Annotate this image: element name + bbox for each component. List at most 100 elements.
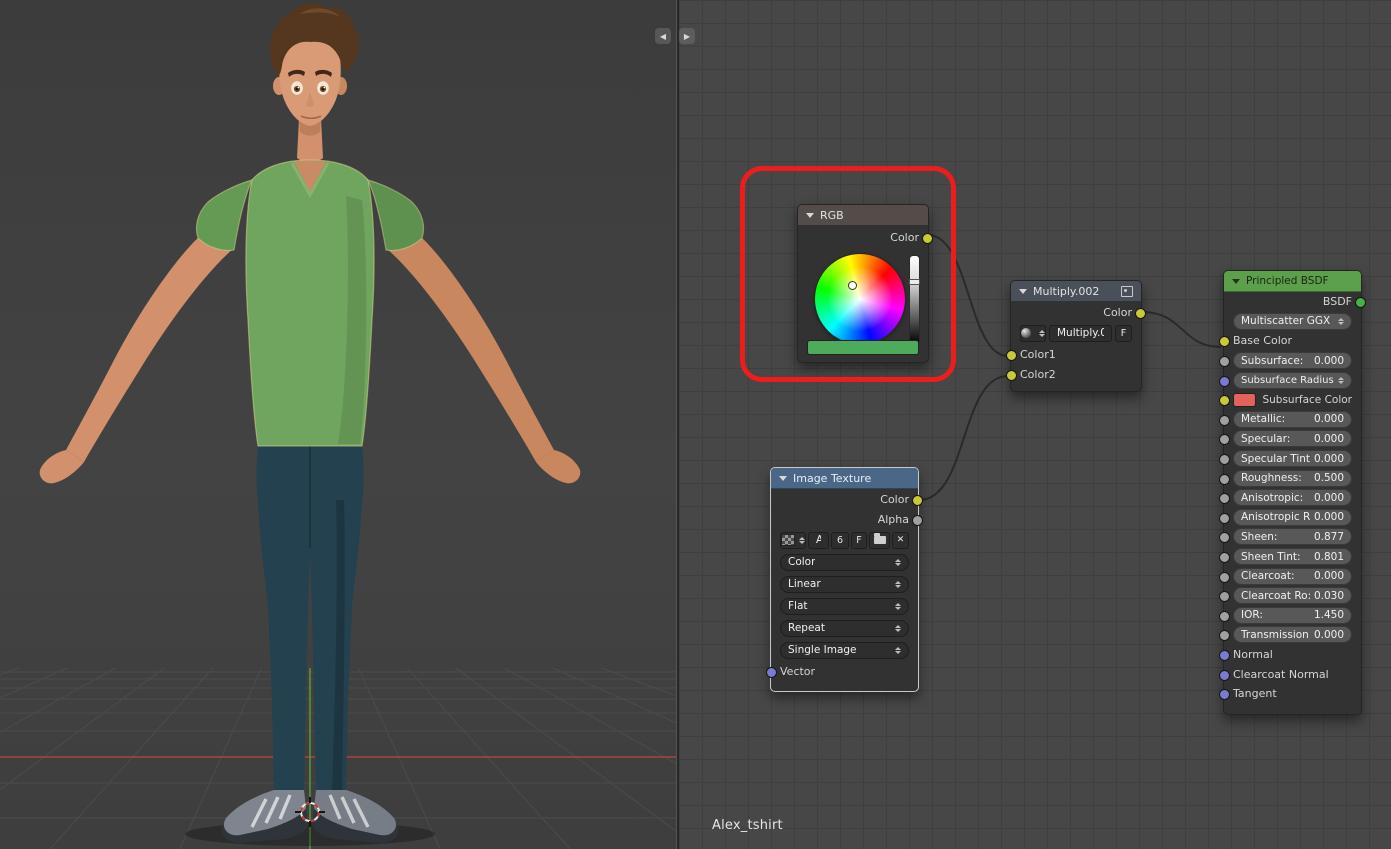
- ior-input-socket[interactable]: [1219, 611, 1230, 622]
- extension-select-row: Repeat: [771, 617, 918, 639]
- input-label: Color2: [1020, 368, 1056, 381]
- anisotropic-rotation-field[interactable]: Anisotropic R:0.000: [1233, 509, 1352, 526]
- anisotropic-field[interactable]: Anisotropic:0.000: [1233, 489, 1352, 506]
- bsdf-output-row: BSDF: [1224, 292, 1361, 312]
- clearcoat-normal-input-socket[interactable]: [1219, 670, 1230, 681]
- subsurface-color-swatch[interactable]: [1233, 393, 1256, 407]
- collapse-triangle-icon[interactable]: [1019, 289, 1027, 294]
- node-rgb-header[interactable]: RGB: [798, 205, 928, 226]
- extension-select[interactable]: Repeat: [780, 620, 909, 637]
- sheen-tint-field[interactable]: Sheen Tint:0.801: [1233, 548, 1352, 565]
- multiply-color-output-row: Color: [1011, 302, 1141, 322]
- color2-input-socket[interactable]: [1006, 370, 1017, 381]
- colorspace-select-row: Color: [771, 551, 918, 573]
- sheen-input-socket[interactable]: [1219, 532, 1230, 543]
- projection-select[interactable]: Flat: [780, 598, 909, 615]
- anisotropic-input-socket[interactable]: [1219, 493, 1230, 504]
- specular-field[interactable]: Specular:0.000: [1233, 430, 1352, 447]
- anisotropic-rotation-input-socket[interactable]: [1219, 513, 1230, 524]
- interpolation-select[interactable]: Linear: [780, 576, 909, 593]
- subsurface-radius-field[interactable]: Subsurface Radius: [1233, 372, 1352, 389]
- specular-tint-input-socket[interactable]: [1219, 454, 1230, 465]
- clearcoat-roughness-field[interactable]: Clearcoat Ro:0.030: [1233, 587, 1352, 604]
- distribution-select[interactable]: Multiscatter GGX: [1233, 313, 1352, 330]
- roughness-input-socket[interactable]: [1219, 474, 1230, 485]
- viewport-canvas: [0, 0, 676, 849]
- collapse-triangle-icon[interactable]: [779, 476, 787, 481]
- image-name-field[interactable]: Alex: [808, 532, 829, 549]
- subsurface-input-socket[interactable]: [1219, 356, 1230, 367]
- roughness-field[interactable]: Roughness:0.500: [1233, 470, 1352, 487]
- stepper-arrows-icon: [1038, 330, 1045, 337]
- output-label: Alpha: [878, 513, 909, 526]
- vector-input-row: Vector: [771, 661, 918, 681]
- stepper-arrows-icon: [891, 581, 901, 588]
- multiply-datablock-row: Multiply.0... F: [1011, 322, 1141, 344]
- sheen-field[interactable]: Sheen:0.877: [1233, 528, 1352, 545]
- node-principled-header[interactable]: Principled BSDF: [1224, 271, 1361, 292]
- node-principled-bsdf[interactable]: Principled BSDF BSDF Multiscatter GGX Ba…: [1223, 270, 1362, 715]
- node-rgb[interactable]: RGB Color: [797, 204, 929, 363]
- node-multiply[interactable]: Multiply.002 Color Multiply.0... F Color…: [1010, 280, 1142, 392]
- value-slider[interactable]: [909, 255, 920, 345]
- users-count-button[interactable]: 6: [831, 532, 849, 549]
- tangent-input-row: Tangent: [1224, 684, 1361, 704]
- input-label: Vector: [780, 665, 815, 678]
- sheen-tint-input-socket[interactable]: [1219, 552, 1230, 563]
- collapse-left-arrow-icon[interactable]: ◀: [655, 28, 671, 44]
- open-image-button[interactable]: [869, 532, 890, 549]
- collapse-triangle-icon[interactable]: [806, 213, 814, 218]
- color-wheel[interactable]: [815, 254, 905, 344]
- ior-field[interactable]: IOR:1.450: [1233, 607, 1352, 624]
- unlink-button[interactable]: ✕: [892, 532, 909, 549]
- tangent-input-socket[interactable]: [1219, 689, 1230, 700]
- fake-user-button[interactable]: F: [851, 532, 867, 549]
- collapse-triangle-icon[interactable]: [1232, 279, 1240, 284]
- fake-user-button[interactable]: F: [1115, 325, 1132, 342]
- color-output-socket[interactable]: [912, 495, 923, 506]
- value-slider-handle[interactable]: [909, 279, 920, 285]
- roughness-row: Roughness:0.500: [1224, 468, 1361, 488]
- 3d-viewport[interactable]: [0, 0, 676, 849]
- source-select-row: Single Image: [771, 639, 918, 661]
- node-image-texture[interactable]: Image Texture Color Alpha Alex 6 F ✕: [770, 467, 919, 692]
- node-image-texture-header[interactable]: Image Texture: [771, 468, 918, 489]
- source-select[interactable]: Single Image: [780, 642, 909, 659]
- subsurface-color-input-socket[interactable]: [1219, 395, 1230, 406]
- input-label: Color1: [1020, 348, 1056, 361]
- specular-input-socket[interactable]: [1219, 434, 1230, 445]
- stepper-arrows-icon: [1334, 318, 1344, 325]
- material-sphere-icon: [1021, 328, 1031, 338]
- metallic-field[interactable]: Metallic:0.000: [1233, 411, 1352, 428]
- rgb-color-swatch[interactable]: [807, 340, 919, 355]
- colorspace-select[interactable]: Color: [780, 554, 909, 571]
- alpha-output-socket[interactable]: [912, 515, 923, 526]
- normal-input-socket[interactable]: [1219, 650, 1230, 661]
- datablock-name-field[interactable]: Multiply.0...: [1049, 325, 1112, 342]
- color-output-socket[interactable]: [1135, 308, 1146, 319]
- datablock-browse-button[interactable]: [1020, 325, 1046, 342]
- rgb-color-output-row: Color: [798, 226, 928, 248]
- base-color-input-socket[interactable]: [1219, 336, 1230, 347]
- vector-input-socket[interactable]: [766, 667, 777, 678]
- metallic-input-socket[interactable]: [1219, 415, 1230, 426]
- clearcoat-roughness-input-socket[interactable]: [1219, 591, 1230, 602]
- subsurface-radius-input-socket[interactable]: [1219, 376, 1230, 387]
- subsurface-field[interactable]: Subsurface: 0.000: [1233, 352, 1352, 369]
- color1-input-socket[interactable]: [1006, 350, 1017, 361]
- clearcoat-input-socket[interactable]: [1219, 572, 1230, 583]
- transmission-field[interactable]: Transmission:0.000: [1233, 626, 1352, 643]
- image-datablock-row: Alex 6 F ✕: [771, 529, 918, 551]
- clearcoat-field[interactable]: Clearcoat:0.000: [1233, 568, 1352, 585]
- specular-tint-field[interactable]: Specular Tint:0.000: [1233, 450, 1352, 467]
- color-output-socket[interactable]: [922, 233, 933, 244]
- collapse-right-arrow-icon[interactable]: ▶: [679, 28, 695, 44]
- multiply-color2-row: Color2: [1011, 364, 1141, 384]
- image-browse-button[interactable]: [780, 532, 806, 549]
- specular-tint-row: Specular Tint:0.000: [1224, 449, 1361, 469]
- transmission-input-socket[interactable]: [1219, 630, 1230, 641]
- close-icon: ✕: [897, 536, 905, 545]
- input-label: Normal: [1233, 648, 1273, 661]
- color-wheel-cursor[interactable]: [848, 281, 857, 290]
- node-multiply-header[interactable]: Multiply.002: [1011, 281, 1141, 302]
